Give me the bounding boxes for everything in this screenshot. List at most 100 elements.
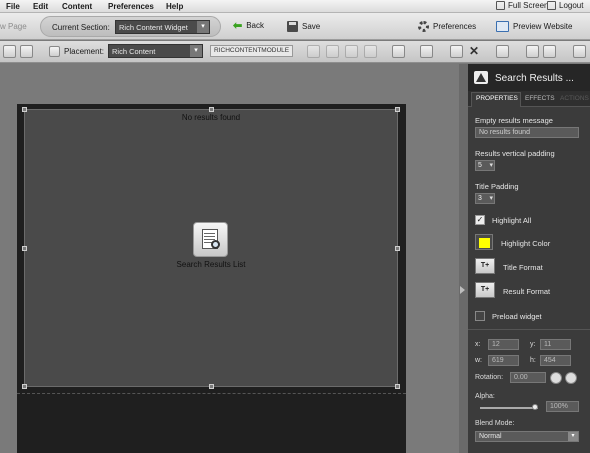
vertical-padding-stepper[interactable]: 5 [475, 160, 495, 171]
h-label: h: [530, 357, 536, 364]
fold-line [17, 393, 406, 394]
preferences-button[interactable]: Preferences [418, 21, 476, 32]
preview-website-button[interactable]: Preview Website [496, 21, 572, 32]
highlight-color-swatch[interactable] [475, 234, 493, 250]
delete-icon[interactable]: ✕ [469, 44, 479, 58]
save-button[interactable]: Save [287, 21, 320, 32]
y-input[interactable]: 11 [540, 339, 571, 350]
chevron-down-icon: ▾ [190, 45, 202, 57]
full-screen-label: Full Screen [508, 1, 549, 10]
rotate-left-icon[interactable] [550, 372, 562, 384]
blend-mode-label: Blend Mode: [475, 420, 515, 427]
placement-label: Placement: [64, 47, 105, 56]
search-results-icon [193, 222, 228, 257]
resize-handle-top-left[interactable] [22, 107, 27, 112]
section-divider [468, 329, 590, 330]
full-screen-button[interactable]: Full Screen [496, 1, 548, 10]
resize-handle-bottom-right[interactable] [395, 384, 400, 389]
page-stage[interactable]: No results found Search Results List [17, 104, 406, 453]
h-input[interactable]: 454 [540, 355, 571, 366]
placement-select[interactable]: Rich Content ▾ [108, 44, 203, 58]
user-icon[interactable] [526, 45, 539, 58]
w-input[interactable]: 619 [488, 355, 519, 366]
empty-results-label: Empty results message [475, 116, 553, 125]
placement-icon [49, 46, 60, 57]
panel-title: Search Results ... [495, 73, 574, 84]
floppy-disk-icon [287, 21, 298, 32]
align-right-icon[interactable] [345, 45, 358, 58]
logout-button[interactable]: Logout [547, 1, 583, 10]
preload-widget-checkbox[interactable] [475, 311, 485, 321]
empty-results-input[interactable]: No results found [475, 127, 579, 138]
resize-handle-bottom-left[interactable] [22, 384, 27, 389]
resize-handle-left[interactable] [22, 246, 27, 251]
highlight-all-checkbox[interactable]: ✓ [475, 215, 485, 225]
link-icon[interactable] [543, 45, 556, 58]
menu-help[interactable]: Help [166, 2, 183, 11]
gear-icon [418, 21, 429, 32]
current-section-label: Current Section: [52, 23, 110, 32]
rotate-right-icon[interactable] [565, 372, 577, 384]
title-padding-stepper[interactable]: 3 [475, 193, 495, 204]
save-label: Save [302, 22, 321, 31]
resize-handle-bottom[interactable] [209, 384, 214, 389]
tab-effects[interactable]: EFFECTS [525, 95, 555, 102]
text-format-icon: T+ [480, 286, 490, 293]
resize-handle-right[interactable] [395, 246, 400, 251]
frame-icon[interactable] [420, 45, 433, 58]
align-left-icon[interactable] [307, 45, 320, 58]
w-label: w: [475, 357, 482, 364]
layers-icon[interactable] [3, 45, 16, 58]
search-results-widget[interactable]: No results found Search Results List [22, 107, 400, 389]
preload-widget-label: Preload widget [492, 312, 542, 321]
y-label: y: [530, 341, 536, 348]
blend-mode-value: Normal [479, 433, 502, 440]
alpha-slider-knob[interactable] [532, 404, 538, 410]
preview-website-label: Preview Website [513, 22, 573, 31]
x-label: x: [475, 341, 481, 348]
title-format-label: Title Format [503, 263, 543, 272]
distribute-icon[interactable] [364, 45, 377, 58]
menu-file[interactable]: File [6, 2, 20, 11]
menu-content[interactable]: Content [62, 2, 92, 11]
alpha-input[interactable]: 100% [546, 401, 579, 412]
resize-handle-top-right[interactable] [395, 107, 400, 112]
menu-edit[interactable]: Edit [33, 2, 48, 11]
x-input[interactable]: 12 [488, 339, 519, 350]
tab-actions[interactable]: ACTIONS [560, 95, 589, 102]
chevron-down-icon: ▾ [568, 432, 578, 441]
module-tag: RICHCONTENTMODULE [210, 45, 294, 57]
collapse-arrow-icon[interactable] [460, 286, 465, 294]
widget-settings-icon[interactable] [450, 45, 463, 58]
main-toolbar: w Page Current Section: Rich Content Wid… [0, 13, 590, 40]
rotation-label: Rotation: [475, 374, 504, 381]
title-format-button[interactable]: T+ [475, 258, 495, 274]
grid-icon[interactable] [392, 45, 405, 58]
rotation-input[interactable]: 0.00 [510, 372, 546, 383]
align-center-icon[interactable] [326, 45, 339, 58]
panel-divider[interactable] [459, 64, 468, 453]
logout-icon [547, 1, 556, 10]
tab-properties[interactable]: PROPERTIES [476, 95, 518, 102]
alpha-label: Alpha: [475, 393, 495, 400]
result-format-button[interactable]: T+ [475, 282, 495, 298]
back-arrow-icon: ⬅ [233, 19, 243, 32]
new-page-button[interactable]: w Page [0, 22, 27, 31]
canvas-area[interactable]: No results found Search Results List [0, 64, 459, 453]
menu-preferences[interactable]: Preferences [108, 2, 154, 11]
current-section-select[interactable]: Rich Content Widget ▾ [115, 20, 210, 34]
back-button[interactable]: ⬅ Back [233, 19, 264, 32]
vertical-padding-label: Results vertical padding [475, 149, 555, 158]
text-format-icon: T+ [480, 262, 490, 269]
blend-mode-select[interactable]: Normal ▾ [475, 431, 579, 442]
resize-handle-top[interactable] [209, 107, 214, 112]
menu-bar: File Edit Content Preferences Help Full … [0, 0, 590, 13]
properties-panel: Search Results ... PROPERTIES EFFECTS AC… [468, 64, 590, 453]
panel-header: Search Results ... [468, 64, 590, 91]
highlight-all-label: Highlight All [492, 216, 532, 225]
arrange-icon[interactable] [496, 45, 509, 58]
upload-icon[interactable] [573, 45, 586, 58]
alpha-slider[interactable] [480, 404, 538, 410]
copy-icon[interactable] [20, 45, 33, 58]
placement-toolbar: Placement: Rich Content ▾ RICHCONTENTMOD… [0, 41, 590, 63]
